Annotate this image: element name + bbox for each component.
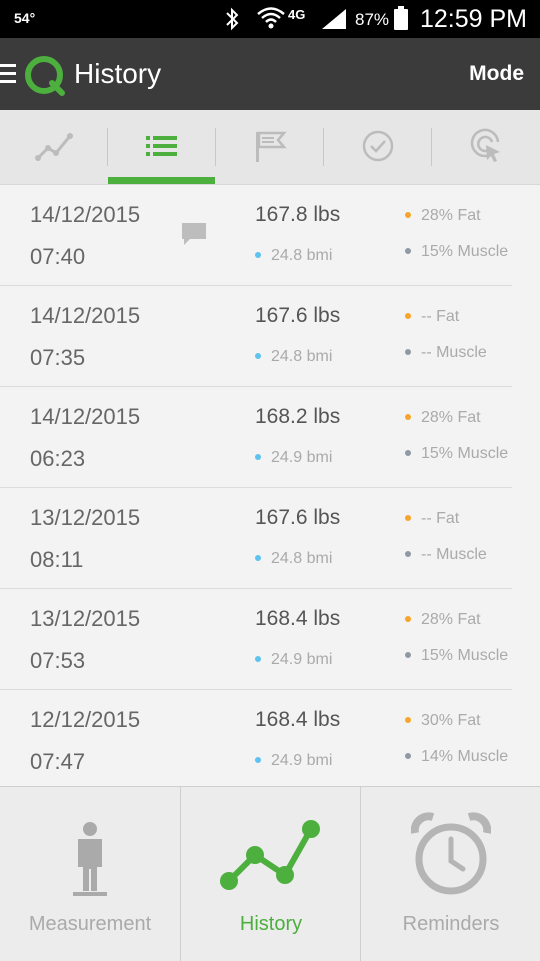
entry-muscle: 15% Muscle bbox=[405, 243, 508, 261]
flag-icon bbox=[256, 131, 287, 162]
tab-achievements[interactable] bbox=[324, 110, 432, 184]
entry-bmi: 24.8 bmi bbox=[255, 550, 332, 568]
muscle-dot bbox=[405, 348, 411, 355]
entry-time: 07:40 bbox=[30, 244, 86, 269]
entry-weight: 168.4 lbs bbox=[255, 708, 341, 731]
battery-percent: 87% bbox=[355, 10, 390, 29]
entry-date: 14/12/2015 bbox=[30, 404, 141, 429]
bmi-dot bbox=[255, 756, 261, 763]
entry-weight: 167.6 lbs bbox=[255, 506, 341, 529]
entry-bmi: 24.8 bmi bbox=[255, 348, 332, 366]
bmi-dot bbox=[255, 655, 261, 662]
bmi-dot bbox=[255, 352, 261, 359]
entry-bmi: 24.9 bmi bbox=[255, 449, 332, 467]
tab-graph[interactable] bbox=[0, 110, 108, 184]
tab-list[interactable] bbox=[108, 110, 216, 184]
entry-date: 13/12/2015 bbox=[30, 505, 141, 530]
nav-history[interactable]: History bbox=[180, 787, 361, 961]
view-tabs bbox=[0, 110, 540, 185]
battery-icon bbox=[394, 6, 408, 30]
app-logo-icon bbox=[25, 56, 65, 96]
fat-dot bbox=[405, 615, 411, 622]
check-circle-icon bbox=[362, 130, 394, 162]
entry-time: 06:23 bbox=[30, 446, 86, 471]
bmi-dot bbox=[255, 251, 261, 258]
entry-weight: 168.2 lbs bbox=[255, 405, 341, 428]
nav-label: Reminders bbox=[402, 913, 500, 935]
nav-measurement[interactable]: Measurement bbox=[0, 787, 180, 961]
entry-time: 07:35 bbox=[30, 345, 86, 370]
bmi-dot bbox=[255, 453, 261, 460]
mode-button[interactable]: Mode bbox=[469, 62, 524, 86]
muscle-dot bbox=[405, 651, 411, 658]
history-row[interactable]: 14/12/2015 07:40 167.8 lbs 24.8 bmi 28% … bbox=[0, 185, 512, 286]
history-row[interactable]: 14/12/2015 07:35 167.6 lbs 24.8 bmi -- F… bbox=[0, 286, 512, 387]
list-icon bbox=[146, 136, 177, 156]
entry-fat: 30% Fat bbox=[405, 712, 481, 730]
clock: 12:59 PM bbox=[420, 5, 528, 33]
trend-chart-icon bbox=[220, 820, 320, 890]
fat-dot bbox=[405, 211, 411, 218]
entry-fat: 28% Fat bbox=[405, 409, 481, 427]
entry-weight: 167.6 lbs bbox=[255, 304, 341, 327]
nav-reminders[interactable]: Reminders bbox=[360, 787, 540, 961]
menu-icon[interactable] bbox=[0, 62, 16, 86]
tab-goals[interactable] bbox=[216, 110, 324, 184]
active-tab-indicator bbox=[108, 177, 215, 184]
person-icon bbox=[73, 822, 107, 896]
status-bar: 54° 4G 87% 12:59 PM bbox=[0, 0, 540, 38]
history-list[interactable]: 14/12/2015 07:40 167.8 lbs 24.8 bmi 28% … bbox=[0, 185, 540, 786]
bluetooth-icon bbox=[226, 7, 239, 31]
history-row[interactable]: 14/12/2015 06:23 168.2 lbs 24.9 bmi 28% … bbox=[0, 387, 512, 488]
entry-fat: 28% Fat bbox=[405, 207, 481, 225]
entry-weight: 167.8 lbs bbox=[255, 203, 341, 226]
entry-date: 14/12/2015 bbox=[30, 202, 141, 227]
entry-time: 08:11 bbox=[30, 547, 84, 572]
temperature-indicator: 54° bbox=[14, 10, 36, 26]
target-icon bbox=[470, 128, 500, 162]
nav-label: History bbox=[239, 913, 303, 935]
entry-date: 14/12/2015 bbox=[30, 303, 141, 328]
muscle-dot bbox=[405, 449, 411, 456]
entry-muscle: 15% Muscle bbox=[405, 647, 508, 665]
comment-icon[interactable] bbox=[180, 221, 208, 247]
muscle-dot bbox=[405, 550, 411, 557]
entry-bmi: 24.9 bmi bbox=[255, 752, 332, 770]
history-row[interactable]: 13/12/2015 07:53 168.4 lbs 24.9 bmi 28% … bbox=[0, 589, 512, 690]
bottom-navigation: Measurement History Reminders bbox=[0, 786, 540, 961]
muscle-dot bbox=[405, 752, 411, 759]
entry-bmi: 24.9 bmi bbox=[255, 651, 332, 669]
page-title: History bbox=[74, 58, 162, 89]
entry-fat: 28% Fat bbox=[405, 611, 481, 629]
tab-target[interactable] bbox=[432, 110, 540, 184]
entry-muscle: 15% Muscle bbox=[405, 445, 508, 463]
alarm-clock-icon bbox=[411, 812, 491, 895]
history-row[interactable]: 12/12/2015 07:47 168.4 lbs 24.9 bmi 30% … bbox=[0, 690, 512, 786]
muscle-dot bbox=[405, 247, 411, 254]
fat-dot bbox=[405, 312, 411, 319]
entry-date: 13/12/2015 bbox=[30, 606, 141, 631]
entry-time: 07:53 bbox=[30, 648, 86, 673]
entry-time: 07:47 bbox=[30, 749, 86, 774]
app-bar: History Mode bbox=[0, 38, 540, 110]
fat-dot bbox=[405, 413, 411, 420]
wifi-icon bbox=[257, 7, 285, 29]
entry-bmi: 24.8 bmi bbox=[255, 247, 332, 265]
entry-fat: -- Fat bbox=[405, 510, 459, 528]
history-row[interactable]: 13/12/2015 08:11 167.6 lbs 24.8 bmi -- F… bbox=[0, 488, 512, 589]
entry-weight: 168.4 lbs bbox=[255, 607, 341, 630]
line-chart-icon bbox=[35, 133, 73, 161]
entry-muscle: 14% Muscle bbox=[405, 748, 508, 766]
entry-muscle: -- Muscle bbox=[405, 344, 487, 362]
signal-strength-icon bbox=[322, 9, 346, 29]
entry-muscle: -- Muscle bbox=[405, 546, 487, 564]
nav-label: Measurement bbox=[28, 913, 152, 935]
entry-date: 12/12/2015 bbox=[30, 707, 141, 732]
entry-fat: -- Fat bbox=[405, 308, 459, 326]
fat-dot bbox=[405, 716, 411, 723]
fat-dot bbox=[405, 514, 411, 521]
bmi-dot bbox=[255, 554, 261, 561]
network-type: 4G bbox=[288, 7, 306, 22]
